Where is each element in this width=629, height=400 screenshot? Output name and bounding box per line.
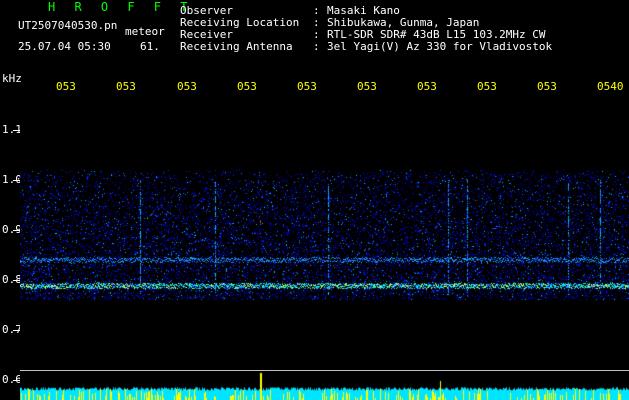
time-tick-label: 053: [116, 80, 136, 93]
time-tick-label: 053: [477, 80, 497, 93]
datetime-label: 25.07.04 05:30: [18, 40, 111, 53]
time-tick-label: 053: [56, 80, 76, 93]
meteor-tag: meteor: [125, 25, 165, 38]
time-tick-label: 053: [417, 80, 437, 93]
app-title: H R O F F T: [48, 0, 194, 14]
time-tick-label: 053: [357, 80, 377, 93]
spectrogram-plot: [20, 100, 629, 400]
hrofft-window: H R O F F T UT2507040530.pn meteor 25.07…: [0, 0, 629, 400]
freq-tick-mark: [13, 130, 20, 131]
freq-tick-mark: [13, 280, 20, 281]
time-tick-label: 0540: [597, 80, 624, 93]
filename-label: UT2507040530.pn: [18, 19, 118, 32]
time-tick-label: 053: [177, 80, 197, 93]
signal-level-strip: [20, 371, 629, 400]
info-label-antenna: Receiving Antenna: [180, 40, 293, 53]
info-colon: :: [313, 40, 320, 53]
info-value-antenna: 3el Yagi(V) Az 330 for Vladivostok: [327, 40, 553, 53]
time-tick-label: 053: [237, 80, 257, 93]
freq-tick-mark: [13, 180, 20, 181]
axis-unit-label: kHz: [2, 72, 22, 85]
time-tick-label: 053: [537, 80, 557, 93]
freq-tick-mark: [13, 230, 20, 231]
freq-tick-mark: [13, 330, 20, 331]
time-tick-label: 053: [297, 80, 317, 93]
freq-tick-mark: [13, 380, 20, 381]
frame-number: 61.: [140, 40, 160, 53]
